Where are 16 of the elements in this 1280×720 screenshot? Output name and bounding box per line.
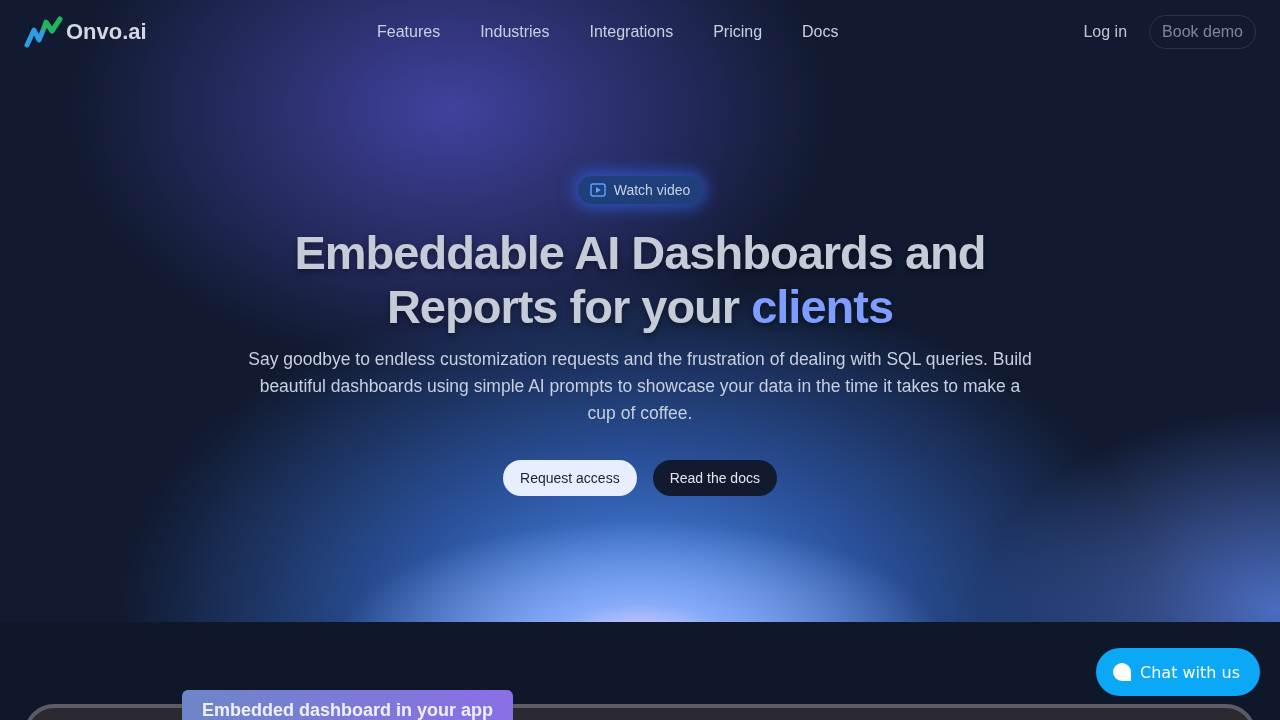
read-docs-button[interactable]: Read the docs [652, 460, 777, 496]
nav-link[interactable]: Integrations [589, 23, 674, 41]
nav-link[interactable]: Pricing [713, 23, 763, 41]
hero-heading: Embeddable AI Dashboards and Reports for your clients [293, 226, 987, 334]
preview-label: Embedded dashboard in your app [182, 690, 514, 720]
request-access-button[interactable]: Request access [503, 460, 637, 496]
login-link[interactable]: Log in [1083, 23, 1128, 41]
nav-link[interactable]: Docs [802, 23, 839, 41]
chat-bubble-icon [1112, 662, 1132, 682]
nav-link[interactable]: Features [377, 23, 441, 41]
play-icon [589, 183, 606, 197]
hero-description: Say goodbye to endless customization requests and the frustration of dealing with SQL queries. Build beautiful dashboards using simple AI prompts to showcase your data in the time it takes to make a cup of coffee. [247, 348, 1033, 425]
watch-video-button[interactable]: Watch video [577, 176, 703, 204]
brand-name: Onvo.ai [66, 19, 147, 45]
logo-icon [24, 16, 64, 48]
nav-link[interactable]: Industries [480, 23, 550, 41]
